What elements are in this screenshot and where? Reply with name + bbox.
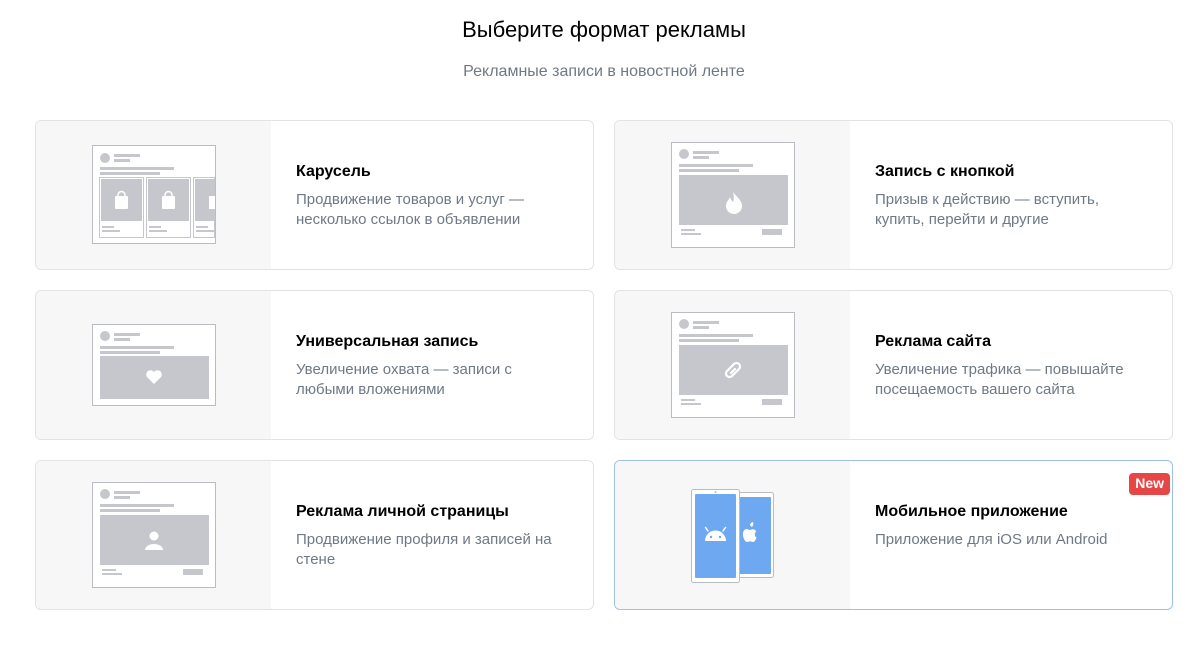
mobile-app-illustration bbox=[615, 461, 850, 609]
card-description: Призыв к действию — вступить, купить, пе… bbox=[875, 191, 1099, 228]
carousel-illustration bbox=[36, 121, 271, 269]
format-card-mobile-app[interactable]: Мобильное приложение Приложение для iOS … bbox=[614, 460, 1173, 610]
card-title: Мобильное приложение bbox=[875, 503, 1068, 520]
format-card-personal-page[interactable]: Реклама личной страницы Продвижение проф… bbox=[35, 460, 594, 610]
format-card-button-post[interactable]: Запись с кнопкой Призыв к действию — вст… bbox=[614, 120, 1173, 270]
card-description: Продвижение товаров и услуг — несколько … bbox=[296, 191, 525, 228]
card-title: Реклама сайта bbox=[875, 333, 991, 350]
universal-post-illustration bbox=[36, 291, 271, 439]
format-card-website-ad[interactable]: Реклама сайта Увеличение трафика — повыш… bbox=[614, 290, 1173, 440]
button-post-illustration bbox=[615, 121, 850, 269]
card-title: Запись с кнопкой bbox=[875, 163, 1015, 180]
format-card-universal-post[interactable]: Универсальная запись Увеличение охвата —… bbox=[35, 290, 594, 440]
website-ad-illustration bbox=[615, 291, 850, 439]
card-title: Универсальная запись bbox=[296, 333, 479, 350]
card-description: Приложение для iOS или Android bbox=[875, 531, 1108, 548]
card-description: Увеличение трафика — повышайте посещаемо… bbox=[875, 361, 1124, 398]
format-card-carousel[interactable]: Карусель Продвижение товаров и услуг — н… bbox=[35, 120, 594, 270]
page-title: Выберите формат рекламы bbox=[462, 17, 746, 42]
card-title: Реклама личной страницы bbox=[296, 503, 509, 520]
card-title: Карусель bbox=[296, 163, 371, 180]
card-description: Продвижение профиля и записей на стене bbox=[296, 531, 552, 568]
page-subtitle: Рекламные записи в новостной ленте bbox=[463, 63, 745, 80]
new-badge: New bbox=[1129, 473, 1170, 495]
card-description: Увеличение охвата — записи с любыми влож… bbox=[296, 361, 512, 398]
personal-page-illustration bbox=[36, 461, 271, 609]
